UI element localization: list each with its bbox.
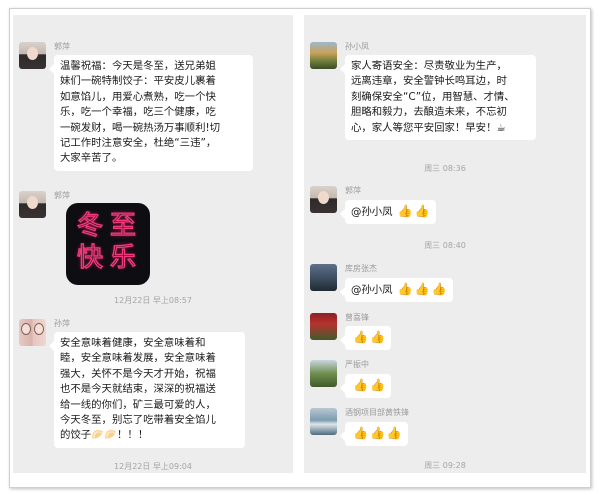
thumbs-up-group: 👍 👍 xyxy=(396,204,430,220)
message-line: 一碗发财，喝一碗热汤万事顺利!切 xyxy=(60,121,221,134)
message-line: 心，家人等您平安回家！早安！☕ xyxy=(351,121,506,134)
timestamp: 12月22日 早上09:04 xyxy=(114,462,192,471)
message-line: 乐，吃一个幸福，吃三个健康，吃 xyxy=(60,106,216,119)
message-line: 如意馅儿，用爱心煮熟，吃一个快 xyxy=(60,90,216,103)
timestamp: 12月22日 早上08:57 xyxy=(114,296,192,305)
thumbs-up-icon: 👍 xyxy=(369,378,385,392)
mention-text[interactable]: @孙小凤 xyxy=(351,284,393,296)
message-line: 给一线的你们，矿三最可爱的人， xyxy=(60,398,216,411)
timestamp: 周三 08:36 xyxy=(424,164,466,173)
message-line: 睦，安全意味着发展，安全意味着 xyxy=(60,352,216,365)
message-bubble[interactable]: 家人寄语安全：尽责敬业为生产， 远离违章，安全警钟长鸣耳边，时 刻确保安全“C”… xyxy=(340,55,536,141)
avatar[interactable] xyxy=(310,408,337,435)
message-line: 远离违章，安全警钟长鸣耳边，时 xyxy=(351,75,507,88)
message-line: 家人寄语安全：尽责敬业为生产， xyxy=(351,60,507,72)
message-line: 今天冬至，别忘了吃带着安全馅儿 xyxy=(60,414,216,427)
thumbs-up-icon: 👍 xyxy=(369,426,385,440)
sender-name: 郭萍 xyxy=(345,186,361,195)
message-bubble[interactable]: @孙小凤 👍 👍 xyxy=(340,200,436,225)
avatar[interactable] xyxy=(310,264,337,291)
thumbs-up-icon: 👍 xyxy=(414,204,430,218)
timestamp: 周三 08:40 xyxy=(424,241,466,250)
chat-panel-right[interactable]: 孙小凤 家人寄语安全：尽责敬业为生产， 远离违章，安全警钟长鸣耳边，时 刻确保安… xyxy=(304,15,586,473)
avatar[interactable] xyxy=(19,42,46,69)
thumbs-up-icon: 👍 xyxy=(353,426,368,440)
message-bubble[interactable]: 👍 👍 xyxy=(340,326,391,351)
avatar[interactable] xyxy=(310,186,337,213)
message-line: 强大，关怀不是今天才开始，祝福 xyxy=(60,367,216,380)
message-bubble[interactable]: 温馨祝福：今天是冬至，送兄弟姐 妹们一碗特制饺子：平安皮儿裹着 如意馅儿，用爱心… xyxy=(49,55,253,171)
sticker-char: 快 xyxy=(76,242,104,273)
message-line: 也不是今天就结束，深深的祝福送 xyxy=(60,383,216,396)
message-line: 安全意味着健康，安全意味着和 xyxy=(60,337,206,349)
chat-panel-left[interactable]: 郭萍 温馨祝福：今天是冬至，送兄弟姐 妹们一碗特制饺子：平安皮儿裹着 如意馅儿，… xyxy=(13,15,293,473)
sender-name: 郭萍 xyxy=(54,42,70,51)
message-bubble[interactable]: 👍 👍 xyxy=(340,374,391,399)
message-line: 妹们一碗特制饺子：平安皮儿裹着 xyxy=(60,75,216,88)
thumbs-up-icon: 👍 xyxy=(431,282,447,296)
avatar[interactable] xyxy=(310,42,337,69)
thumbs-up-icon: 👍 xyxy=(414,282,430,296)
thumbs-up-icon: 👍 xyxy=(353,378,368,392)
sender-name: 酒钢项目部黄铁锋 xyxy=(345,408,409,417)
sticker-char: 至 xyxy=(109,210,137,241)
sender-name: 库房张杰 xyxy=(345,264,377,273)
thumbs-up-icon: 👍 xyxy=(369,330,385,344)
timestamp: 周三 09:28 xyxy=(424,461,466,470)
message-bubble[interactable]: @孙小凤 👍 👍 👍 xyxy=(340,278,453,303)
mention-text[interactable]: @孙小凤 xyxy=(351,206,393,218)
thumbs-up-group: 👍 👍 xyxy=(351,330,385,346)
thumbs-up-group: 👍 👍 👍 xyxy=(396,282,447,298)
message-line: 的饺子🥟🥟！！！ xyxy=(60,429,149,442)
message-line: 刻确保安全“C”位，用智慧、才情、 xyxy=(351,90,515,103)
sender-name: 严振中 xyxy=(345,360,369,369)
avatar[interactable] xyxy=(310,360,337,387)
sender-name: 孙萍 xyxy=(54,319,70,328)
message-bubble[interactable]: 安全意味着健康，安全意味着和 睦，安全意味着发展，安全意味着 强大，关怀不是今天… xyxy=(49,332,245,448)
message-line: 胆略和毅力，去酿造未来，不忘初 xyxy=(351,106,507,119)
message-line: 温馨祝福：今天是冬至，送兄弟姐 xyxy=(60,60,216,72)
thumbs-up-icon: 👍 xyxy=(397,282,413,296)
message-line: 记工作时注意安全，杜绝“三违”， xyxy=(60,137,217,150)
thumbs-up-icon: 👍 xyxy=(353,330,368,344)
sticker-char: 乐 xyxy=(109,242,137,273)
message-bubble[interactable]: 👍 👍 👍 xyxy=(340,422,408,447)
winter-solstice-sticker[interactable]: 冬 至 快 乐 xyxy=(66,203,150,285)
thumbs-up-icon: 👍 xyxy=(397,204,413,218)
sender-name: 孙小凤 xyxy=(345,42,369,51)
thumbs-up-group: 👍 👍 👍 xyxy=(351,426,402,442)
message-line: 大家辛苦了。 xyxy=(60,152,123,165)
avatar[interactable] xyxy=(310,313,337,340)
sender-name: 曾喜锋 xyxy=(345,313,369,322)
thumbs-up-group: 👍 👍 xyxy=(351,378,385,394)
sticker-char: 冬 xyxy=(76,210,104,241)
avatar[interactable] xyxy=(19,191,46,218)
avatar[interactable] xyxy=(19,319,46,346)
sender-name: 郭萍 xyxy=(54,191,70,200)
thumbs-up-icon: 👍 xyxy=(386,426,402,440)
